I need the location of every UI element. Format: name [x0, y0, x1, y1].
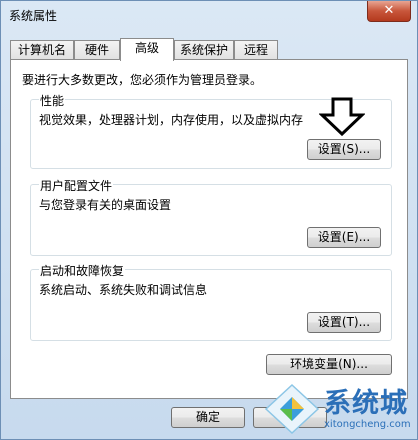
- title-bar[interactable]: 系统属性 ✕: [1, 1, 417, 31]
- performance-title: 性能: [39, 92, 66, 109]
- environment-variables-button[interactable]: 环境变量(N)...: [266, 354, 392, 375]
- ok-button[interactable]: 确定: [171, 407, 245, 428]
- user-profiles-title: 用户配置文件: [39, 177, 114, 194]
- performance-description: 视觉效果，处理器计划，内存使用，以及虚拟内存: [39, 113, 304, 127]
- startup-recovery-settings-button[interactable]: 设置(T)...: [307, 312, 381, 333]
- window-title: 系统属性: [9, 9, 58, 23]
- watermark-logo-icon: [264, 383, 320, 435]
- system-properties-window: 系统属性 ✕ 计算机名 硬件 高级 系统保护 远程 要进行大多数更改，您必须作为…: [0, 0, 418, 440]
- user-profiles-description: 与您登录有关的桌面设置: [39, 198, 172, 212]
- tab-hardware[interactable]: 硬件: [74, 40, 120, 59]
- watermark-url: xitongcheng.com: [324, 419, 411, 430]
- close-button[interactable]: ✕: [367, 1, 411, 22]
- tab-system-protection[interactable]: 系统保护: [174, 40, 234, 59]
- tab-computer-name[interactable]: 计算机名: [10, 40, 74, 59]
- tab-remote[interactable]: 远程: [234, 40, 278, 59]
- startup-recovery-description: 系统启动、系统失败和调试信息: [39, 283, 208, 297]
- down-arrow-icon: [319, 97, 365, 137]
- watermark: 系统城 xitongcheng.com: [264, 381, 414, 437]
- tab-advanced[interactable]: 高级: [120, 38, 174, 61]
- startup-recovery-title: 启动和故障恢复: [39, 262, 126, 279]
- user-profiles-settings-button[interactable]: 设置(E)...: [307, 227, 381, 248]
- watermark-text: 系统城: [324, 388, 408, 419]
- admin-notice: 要进行大多数更改，您必须作为管理员登录。: [22, 73, 263, 87]
- performance-settings-button[interactable]: 设置(S)...: [307, 139, 381, 160]
